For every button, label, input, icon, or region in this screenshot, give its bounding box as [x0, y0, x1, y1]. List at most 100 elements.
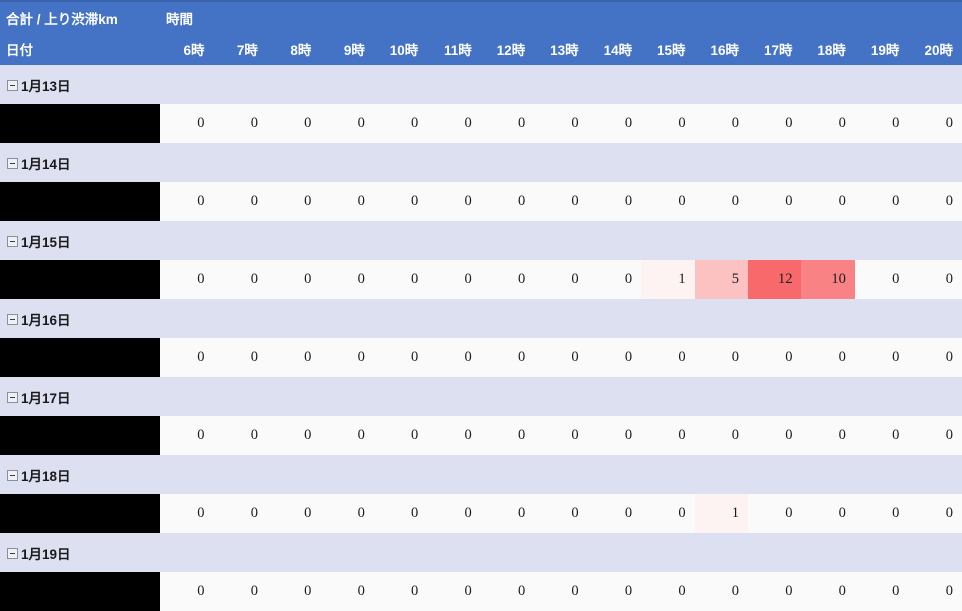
- date-group-label-cell[interactable]: 1月18日: [0, 455, 161, 494]
- date-group-row[interactable]: 1月16日: [0, 299, 962, 338]
- column-header-hour[interactable]: 14時: [587, 33, 642, 65]
- date-group-row[interactable]: 1月14日: [0, 143, 962, 182]
- date-group-empty-cell: [534, 533, 588, 572]
- date-group-empty-cell: [694, 299, 749, 338]
- heatmap-pivot-table: 合計 / 上り渋滞km 時間 日付 6時 7時 8時 9時 10時 11時 12…: [0, 0, 962, 611]
- heatmap-value-cell: 0: [801, 104, 855, 143]
- table-row: 0 0 0 0 0 0 0 0 0 1 5 12 10 0 0: [0, 260, 962, 299]
- header-row-hours: 日付 6時 7時 8時 9時 10時 11時 12時 13時 14時 15時 1…: [0, 33, 962, 65]
- date-group-row[interactable]: 1月18日: [0, 455, 962, 494]
- date-group-empty-cell: [213, 143, 267, 182]
- column-header-hour[interactable]: 18時: [801, 33, 855, 65]
- heatmap-value-cell: 0: [213, 338, 267, 377]
- column-header-hour[interactable]: 19時: [854, 33, 909, 65]
- date-group-empty-cell: [587, 65, 642, 104]
- column-header-hour[interactable]: 17時: [748, 33, 802, 65]
- date-group-empty-cell: [213, 455, 267, 494]
- column-header-hour[interactable]: 15時: [641, 33, 695, 65]
- heatmap-value-cell: 0: [801, 338, 855, 377]
- heatmap-value-cell: 0: [160, 494, 214, 533]
- date-group-row[interactable]: 1月19日: [0, 533, 962, 572]
- date-group-empty-cell: [801, 377, 855, 416]
- heatmap-value-cell: 0: [587, 338, 642, 377]
- date-group-row[interactable]: 1月15日: [0, 221, 962, 260]
- table-row: 000000000000000: [0, 182, 962, 221]
- heatmap-value-cell: 0: [854, 572, 909, 611]
- table-row: 000000000000000: [0, 416, 962, 455]
- date-group-empty-cell: [427, 65, 481, 104]
- heatmap-value-cell: 0: [427, 572, 481, 611]
- heatmap-value-cell: 0: [266, 182, 321, 221]
- column-header-hour[interactable]: 12時: [480, 33, 535, 65]
- header-spacer-2: [266, 0, 321, 33]
- table-header: 合計 / 上り渋滞km 時間 日付 6時 7時 8時 9時 10時 11時 12…: [0, 0, 962, 65]
- date-group-label-cell[interactable]: 1月17日: [0, 377, 161, 416]
- column-header-hour[interactable]: 11時: [427, 33, 481, 65]
- date-group-row[interactable]: 1月13日: [0, 65, 962, 104]
- date-group-label-cell[interactable]: 1月16日: [0, 299, 161, 338]
- heatmap-value-cell: 0: [854, 260, 909, 299]
- collapse-minus-icon[interactable]: [7, 80, 18, 92]
- column-header-hour[interactable]: 8時: [266, 33, 321, 65]
- heatmap-value-cell: 0: [748, 494, 802, 533]
- heatmap-value-cell: 0: [427, 104, 481, 143]
- date-group-empty-cell: [213, 299, 267, 338]
- date-group-label-cell[interactable]: 1月14日: [0, 143, 161, 182]
- column-header-hour[interactable]: 13時: [534, 33, 588, 65]
- heatmap-value-cell: 0: [908, 572, 962, 611]
- date-group-empty-cell: [694, 377, 749, 416]
- date-group-row[interactable]: 1月17日: [0, 377, 962, 416]
- heatmap-value-cell: 0: [373, 572, 428, 611]
- date-group-empty-cell: [854, 65, 909, 104]
- heatmap-value-cell: 0: [534, 260, 588, 299]
- date-group-empty-cell: [748, 533, 802, 572]
- column-header-hour[interactable]: 10時: [373, 33, 428, 65]
- date-group-empty-cell: [266, 65, 321, 104]
- date-group-empty-cell: [694, 533, 749, 572]
- heatmap-value-cell: 0: [908, 416, 962, 455]
- heatmap-value-cell: 0: [266, 572, 321, 611]
- heatmap-value-cell: 0: [480, 182, 535, 221]
- collapse-minus-icon[interactable]: [7, 236, 18, 248]
- column-header-hour[interactable]: 16時: [694, 33, 749, 65]
- column-header-hour[interactable]: 9時: [320, 33, 374, 65]
- date-group-empty-cell: [160, 533, 214, 572]
- heatmap-value-cell: 0: [534, 494, 588, 533]
- table-row: 000000000010000: [0, 494, 962, 533]
- heatmap-value-cell: 0: [373, 104, 428, 143]
- date-group-label-cell[interactable]: 1月15日: [0, 221, 161, 260]
- column-header-hour[interactable]: 6時: [160, 33, 214, 65]
- column-header-hour[interactable]: 7時: [213, 33, 267, 65]
- date-group-empty-cell: [587, 455, 642, 494]
- heatmap-value-cell: 0: [427, 182, 481, 221]
- date-group-label: 1月13日: [21, 78, 71, 94]
- column-header-hour[interactable]: 20時: [908, 33, 962, 65]
- date-group-empty-cell: [480, 221, 535, 260]
- collapse-minus-icon[interactable]: [7, 314, 18, 326]
- heatmap-value-cell: 0: [694, 416, 749, 455]
- collapse-minus-icon[interactable]: [7, 470, 18, 482]
- date-group-empty-cell: [854, 299, 909, 338]
- date-group-empty-cell: [534, 221, 588, 260]
- redacted-row-label: [0, 416, 161, 455]
- date-group-empty-cell: [587, 221, 642, 260]
- heatmap-value-cell: 0: [160, 104, 214, 143]
- collapse-minus-icon[interactable]: [7, 548, 18, 560]
- date-group-empty-cell: [320, 299, 374, 338]
- heatmap-value-cell: 0: [908, 182, 962, 221]
- date-group-empty-cell: [373, 377, 428, 416]
- date-group-label-cell[interactable]: 1月19日: [0, 533, 161, 572]
- heatmap-value-cell: 0: [160, 416, 214, 455]
- heatmap-value-cell: 0: [373, 182, 428, 221]
- heatmap-value-cell: 0: [373, 260, 428, 299]
- date-group-empty-cell: [373, 221, 428, 260]
- date-group-label-cell[interactable]: 1月13日: [0, 65, 161, 104]
- date-group-empty-cell: [587, 143, 642, 182]
- collapse-minus-icon[interactable]: [7, 158, 18, 170]
- header-spacer-1: [213, 0, 267, 33]
- date-group-empty-cell: [320, 65, 374, 104]
- header-spacer-10: [694, 0, 749, 33]
- collapse-minus-icon[interactable]: [7, 392, 18, 404]
- date-group-empty-cell: [854, 221, 909, 260]
- heatmap-value-cell: 0: [694, 182, 749, 221]
